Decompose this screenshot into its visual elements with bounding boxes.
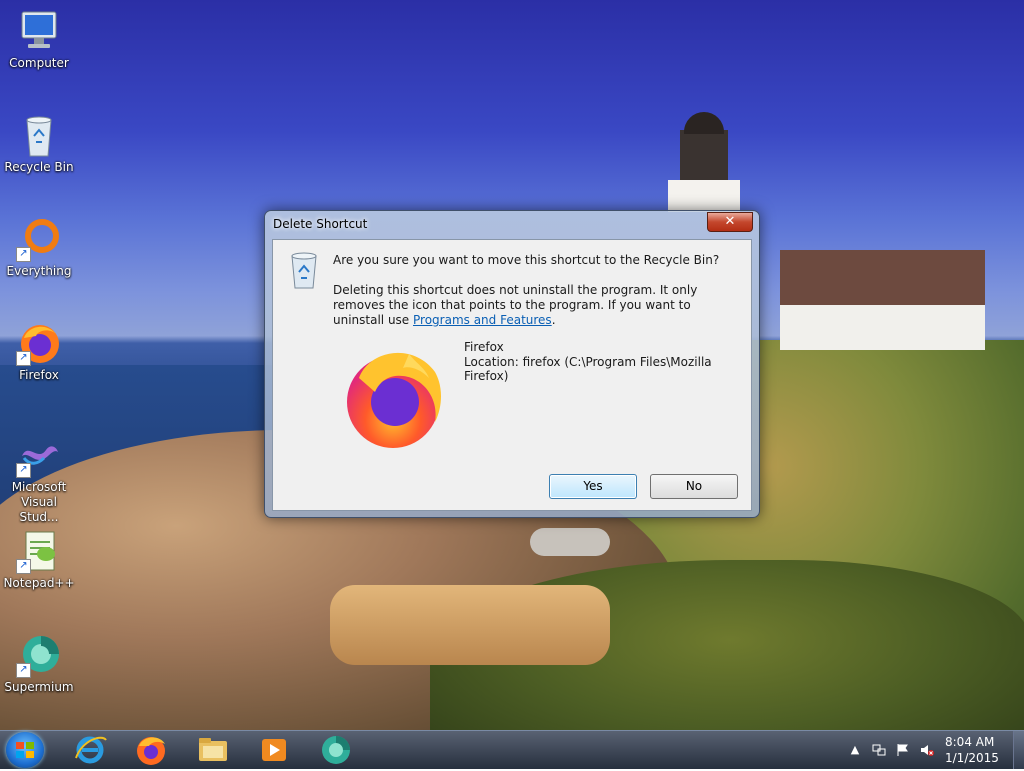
desktop-icon-label: Supermium <box>4 680 74 694</box>
desktop-icon-visual-studio[interactable]: ↗ Microsoft Visual Stud... <box>1 432 77 525</box>
shortcut-arrow-icon: ↗ <box>16 463 31 478</box>
firefox-icon[interactable] <box>133 732 169 768</box>
wallpaper-rock-small <box>530 528 610 556</box>
shortcut-arrow-icon: ↗ <box>16 247 31 262</box>
clock-date[interactable]: 1/1/2015 <box>945 751 999 765</box>
desktop-icon-firefox[interactable]: ↗ Firefox <box>1 320 77 383</box>
taskbar: ▲ 8:04 AM 1/1/2015 <box>0 730 1024 769</box>
explanation-text: Deleting this shortcut does not uninstal… <box>333 283 733 328</box>
shortcut-arrow-icon: ↗ <box>16 351 31 366</box>
desktop-icon-notepadpp[interactable]: ↗ Notepad++ <box>1 528 77 591</box>
action-center-flag-icon[interactable] <box>896 743 910 757</box>
wallpaper-lighthouse-tower <box>668 180 740 212</box>
desktop-icon-label: Microsoft Visual Stud... <box>11 480 67 524</box>
wallpaper-house <box>780 305 985 350</box>
network-icon[interactable] <box>872 743 886 757</box>
show-hidden-icons-icon[interactable]: ▲ <box>848 743 862 757</box>
item-name: Firefox <box>464 340 504 354</box>
dialog-body: Are you sure you want to move this short… <box>272 239 752 511</box>
dialog-title: Delete Shortcut <box>273 217 368 231</box>
wallpaper-lighthouse-cap <box>684 112 724 134</box>
wallpaper-lighthouse-lantern <box>680 130 728 180</box>
shortcut-arrow-icon: ↗ <box>16 559 31 574</box>
close-button[interactable]: ✕ <box>707 212 753 232</box>
confirmation-question: Are you sure you want to move this short… <box>333 253 720 267</box>
desktop-icon-label: Firefox <box>19 368 59 382</box>
yes-button[interactable]: Yes <box>549 474 637 499</box>
show-desktop-button[interactable] <box>1013 731 1024 769</box>
system-tray: ▲ 8:04 AM 1/1/2015 <box>834 731 1024 769</box>
recycle-bin-icon <box>287 250 321 290</box>
desktop-icon-label: Notepad++ <box>3 576 75 590</box>
supermium-icon: ↗ <box>16 632 62 678</box>
supermium-icon[interactable] <box>318 732 354 768</box>
programs-and-features-link[interactable]: Programs and Features <box>413 313 552 327</box>
item-location: Location: firefox (C:\Program Files\Mozi… <box>464 355 712 383</box>
start-button[interactable] <box>6 732 44 768</box>
computer-icon <box>16 8 62 54</box>
desktop-icon-label: Everything <box>6 264 72 278</box>
desktop-icon-supermium[interactable]: ↗ Supermium <box>1 632 77 695</box>
volume-muted-icon[interactable] <box>920 743 934 757</box>
firefox-icon <box>339 342 449 452</box>
desktop-icon-computer[interactable]: Computer <box>1 8 77 71</box>
desktop-icon-everything[interactable]: ↗ Everything <box>1 216 77 279</box>
everything-icon: ↗ <box>16 216 62 262</box>
wallpaper-rock <box>330 585 610 665</box>
visual-studio-icon: ↗ <box>16 432 62 478</box>
delete-shortcut-dialog: Delete Shortcut ✕ Are you sure you want … <box>264 210 760 518</box>
wallpaper-house-roof <box>780 250 985 305</box>
media-player-icon[interactable] <box>256 732 292 768</box>
internet-explorer-icon[interactable] <box>72 732 108 768</box>
explanation-end: . <box>551 313 556 327</box>
notepadpp-icon: ↗ <box>16 528 62 574</box>
windows-logo-icon <box>16 742 34 758</box>
shortcut-arrow-icon: ↗ <box>16 663 31 678</box>
desktop-icon-label: Computer <box>9 56 69 70</box>
clock-time[interactable]: 8:04 AM <box>945 735 994 749</box>
desktop-icon-recycle-bin[interactable]: Recycle Bin <box>1 112 77 175</box>
file-explorer-icon[interactable] <box>195 732 231 768</box>
firefox-icon: ↗ <box>16 320 62 366</box>
no-button[interactable]: No <box>650 474 738 499</box>
recycle-bin-icon <box>16 112 62 158</box>
desktop-icon-label: Recycle Bin <box>4 160 74 174</box>
